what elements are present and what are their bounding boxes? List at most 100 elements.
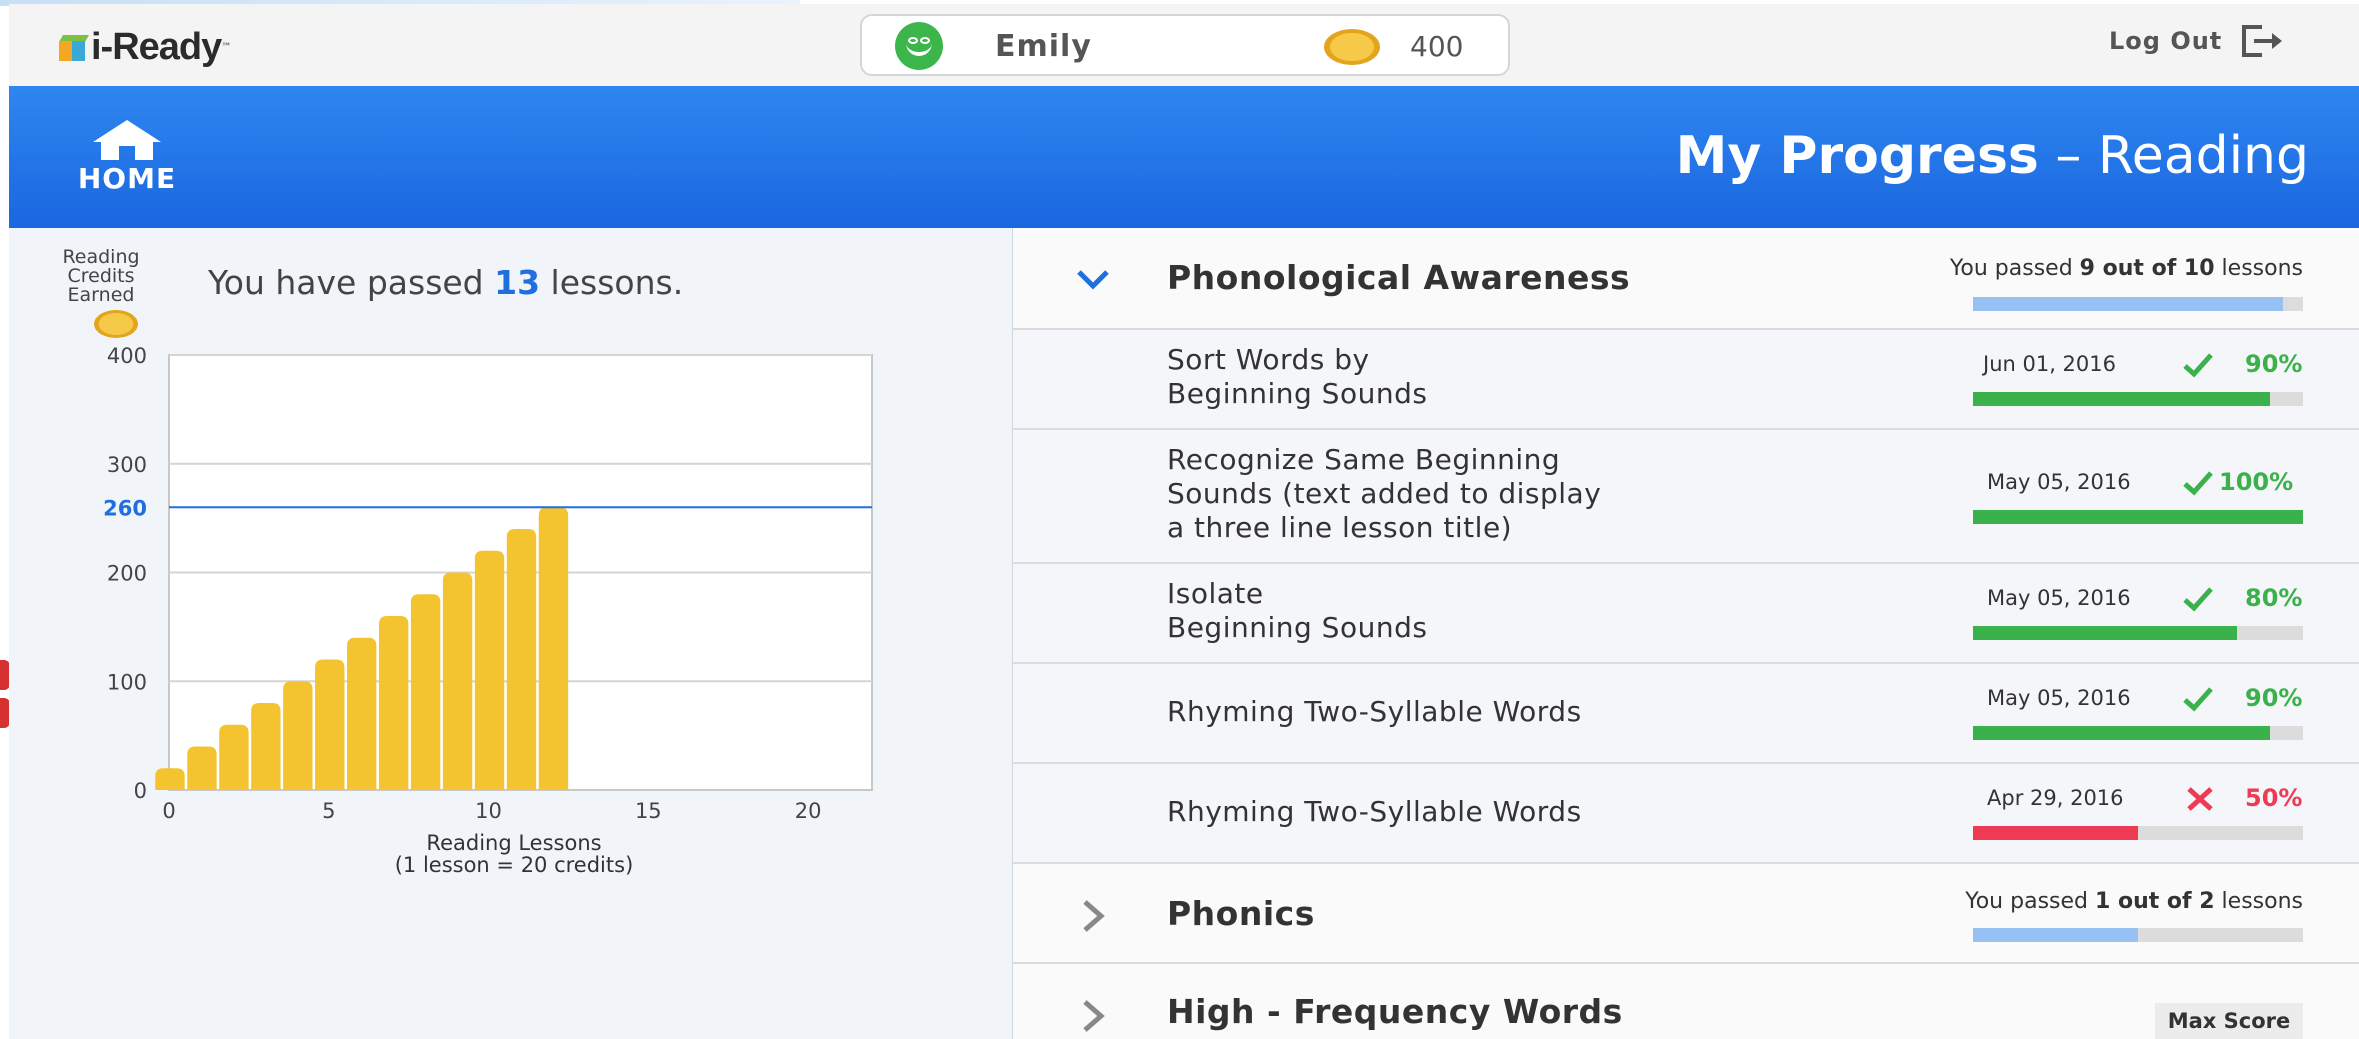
lesson-row[interactable]: Sort Words by Beginning Sounds Jun 01, 20… xyxy=(1013,330,2359,430)
y-tick-label: 300 xyxy=(107,453,147,477)
coin-count: 400 xyxy=(1410,30,1464,63)
home-button[interactable]: HOME xyxy=(57,118,197,195)
section-summary: You passed 1 out of 2 lessons xyxy=(1965,889,2303,914)
check-icon xyxy=(2183,471,2213,496)
logout-button[interactable]: Log Out xyxy=(2109,24,2290,58)
user-name: Emily xyxy=(995,29,1092,64)
section-progress-bar xyxy=(1973,928,2303,942)
lesson-date: May 05, 2016 xyxy=(1987,470,2131,494)
section-phonological-awareness[interactable]: Phonological Awareness You passed 9 out … xyxy=(1013,228,2359,330)
lesson-title: Sort Words by Beginning Sounds xyxy=(1167,343,1428,410)
avatar xyxy=(895,22,943,70)
chart-bar xyxy=(283,681,313,790)
logo: i-Ready ™ xyxy=(59,26,231,69)
logout-label: Log Out xyxy=(2109,27,2223,55)
lesson-progress-bar xyxy=(1973,510,2303,524)
lesson-title: Rhyming Two-Syllable Words xyxy=(1167,695,1582,728)
skills-panel: Phonological Awareness You passed 9 out … xyxy=(1013,228,2359,1039)
lesson-progress-fill xyxy=(1973,510,2303,524)
home-label: HOME xyxy=(77,162,177,195)
lesson-score: 90% xyxy=(2245,350,2303,378)
lesson-row[interactable]: Rhyming Two-Syllable Words May 05, 2016 … xyxy=(1013,664,2359,764)
chart-bar xyxy=(538,507,569,790)
x-tick-label: 10 xyxy=(475,799,502,823)
lesson-date: May 05, 2016 xyxy=(1987,686,2131,710)
x-tick-label: 15 xyxy=(635,799,662,823)
lesson-row[interactable]: Isolate Beginning Sounds May 05, 2016 80% xyxy=(1013,564,2359,664)
coin-icon xyxy=(1324,29,1380,65)
chart-bar xyxy=(347,637,377,790)
section-summary: You passed 9 out of 10 lessons xyxy=(1949,256,2303,281)
logo-text: i-Ready xyxy=(91,26,222,68)
section-progress-bar xyxy=(1973,297,2303,311)
chart-bar xyxy=(155,768,185,790)
lesson-title: Recognize Same Beginning Sounds (text add… xyxy=(1167,443,1602,544)
lesson-progress-fill xyxy=(1973,392,2270,406)
chart-bar xyxy=(251,703,281,790)
cross-icon xyxy=(2187,787,2213,811)
lesson-progress-bar xyxy=(1973,826,2303,840)
page-title-subject: – Reading xyxy=(2038,126,2309,186)
user-info: Emily 400 xyxy=(860,14,1510,76)
x-tick-label: 20 xyxy=(795,799,822,823)
home-icon xyxy=(93,120,161,160)
chart-bar xyxy=(506,529,537,790)
credits-panel: Reading Credits Earned You have passed 1… xyxy=(9,228,1013,1039)
passed-suffix: lessons. xyxy=(540,263,684,302)
x-axis-label: Reading Lessons xyxy=(426,831,601,855)
lesson-title: Isolate Beginning Sounds xyxy=(1167,577,1428,644)
x-axis-note: (1 lesson = 20 credits) xyxy=(395,853,634,877)
x-tick-label: 5 xyxy=(322,799,335,823)
lesson-score: 50% xyxy=(2245,784,2303,812)
lesson-date: Jun 01, 2016 xyxy=(1983,352,2117,376)
section-progress-fill xyxy=(1973,928,2138,942)
chart-bar xyxy=(219,724,249,790)
y-tick-label: 0 xyxy=(134,779,147,803)
page-title-strong: My Progress xyxy=(1675,126,2039,186)
page-header: HOME My Progress – Reading xyxy=(9,86,2359,228)
check-icon xyxy=(2183,353,2213,378)
lesson-score: 80% xyxy=(2245,584,2303,612)
credits-chart: 0 100 200 300 400 0 5 10 15 20 260 Reading Lessons(… xyxy=(103,344,873,877)
section-progress-fill xyxy=(1973,297,2284,311)
chart-bar xyxy=(474,550,505,790)
lesson-progress-bar xyxy=(1973,726,2303,740)
chart-bar xyxy=(442,572,473,790)
chart-bar xyxy=(378,616,409,790)
lesson-progress-bar xyxy=(1973,626,2303,640)
lesson-progress-fill xyxy=(1973,826,2138,840)
y-tick-label: 100 xyxy=(107,670,147,694)
section-title: Phonological Awareness xyxy=(1167,258,1631,297)
chart-bar xyxy=(187,746,217,790)
chevron-right-icon[interactable] xyxy=(1075,998,1111,1034)
lesson-progress-fill xyxy=(1973,626,2237,640)
lesson-progress-fill xyxy=(1973,726,2270,740)
section-title: High - Frequency Words xyxy=(1167,992,1623,1031)
lessons-passed-text: You have passed 13 lessons. xyxy=(208,263,683,302)
chevron-down-icon[interactable] xyxy=(1075,262,1111,298)
check-icon xyxy=(2183,587,2213,612)
lesson-date: May 05, 2016 xyxy=(1987,586,2131,610)
lesson-date: Apr 29, 2016 xyxy=(1987,786,2124,810)
lesson-score: 90% xyxy=(2245,684,2303,712)
lesson-row[interactable]: Rhyming Two-Syllable Words Apr 29, 2016 … xyxy=(1013,764,2359,864)
chevron-right-icon[interactable] xyxy=(1075,898,1111,934)
logout-icon xyxy=(2242,25,2283,57)
check-icon xyxy=(2183,687,2213,712)
section-title: Phonics xyxy=(1167,894,1315,933)
top-bar: i-Ready ™ Emily 400 Log Out xyxy=(9,4,2359,86)
logo-cube-icon xyxy=(59,34,90,61)
passed-prefix: You have passed xyxy=(208,263,495,302)
logo-trademark: ™ xyxy=(221,42,232,53)
app-window: i-Ready ™ Emily 400 Log Out HOME My Prog… xyxy=(9,4,2359,1039)
y-tick-label: 400 xyxy=(107,344,147,368)
lesson-row[interactable]: Recognize Same Beginning Sounds (text add… xyxy=(1013,430,2359,564)
chart-bar xyxy=(410,594,441,790)
passed-count: 13 xyxy=(494,263,541,302)
max-score-badge: Max Score xyxy=(2155,1003,2303,1039)
lesson-progress-bar xyxy=(1973,392,2303,406)
lesson-score: 100% xyxy=(2219,468,2294,496)
y-tick-label: 200 xyxy=(107,562,147,586)
page-title: My Progress – Reading xyxy=(1676,126,2309,186)
section-phonics[interactable]: Phonics You passed 1 out of 2 lessons xyxy=(1013,864,2359,964)
